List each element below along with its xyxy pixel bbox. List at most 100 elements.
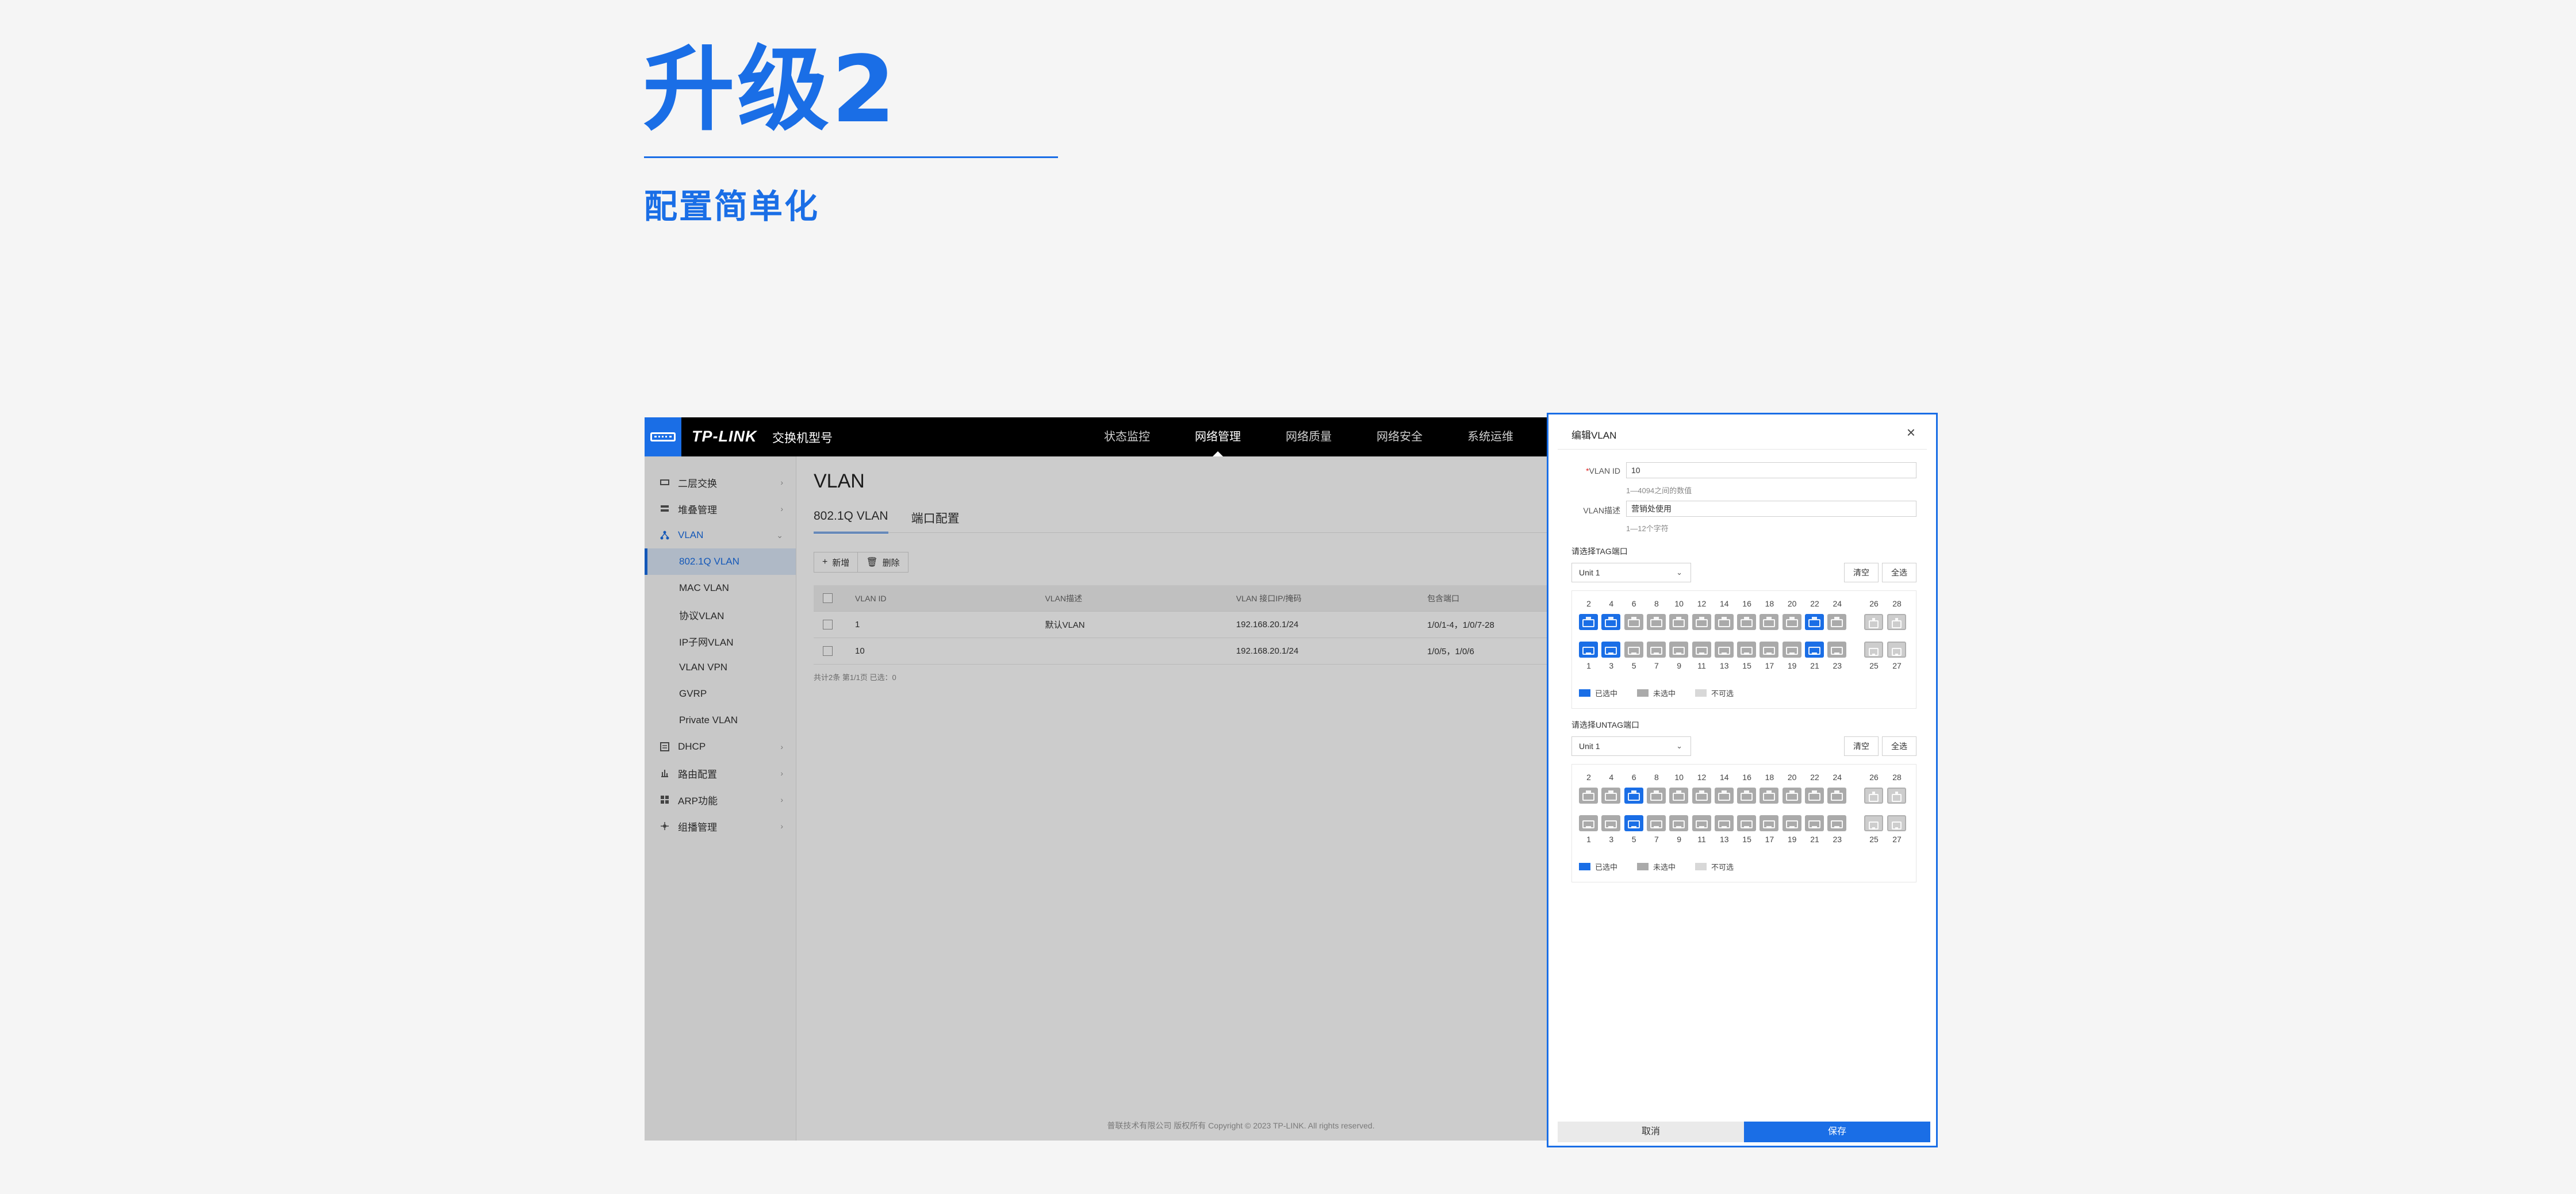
- port-5[interactable]: [1624, 815, 1643, 831]
- port-16[interactable]: [1737, 788, 1757, 804]
- port-9[interactable]: [1669, 642, 1689, 658]
- tag-clear-button[interactable]: 清空: [1844, 563, 1879, 582]
- port-13[interactable]: [1714, 815, 1734, 831]
- port-23[interactable]: [1827, 642, 1847, 658]
- untag-clear-button[interactable]: 清空: [1844, 736, 1879, 756]
- port-number-label: 23: [1833, 661, 1842, 670]
- port-9[interactable]: [1669, 815, 1689, 831]
- save-button[interactable]: 保存: [1744, 1122, 1930, 1142]
- port-20[interactable]: [1782, 614, 1801, 630]
- port-number-label: 23: [1833, 835, 1842, 844]
- port-number-label: 20: [1787, 599, 1797, 608]
- sfp-port-27: [1887, 815, 1906, 831]
- port-18[interactable]: [1759, 788, 1779, 804]
- port-21[interactable]: [1805, 642, 1824, 658]
- port-23[interactable]: [1827, 815, 1847, 831]
- port-number-label: 25: [1869, 835, 1879, 844]
- port-13[interactable]: [1714, 642, 1734, 658]
- port-17[interactable]: [1759, 815, 1779, 831]
- port-number-label: 8: [1654, 773, 1659, 782]
- sfp-port-27: [1887, 642, 1906, 658]
- port-number-label: 27: [1892, 661, 1902, 670]
- nav-status[interactable]: 状态监控: [1082, 417, 1172, 456]
- hero-title: 升级2: [643, 36, 898, 143]
- port-21[interactable]: [1805, 815, 1824, 831]
- legend-disabled: 不可选: [1695, 861, 1734, 872]
- port-number-label: 19: [1787, 661, 1797, 670]
- port-3[interactable]: [1601, 815, 1621, 831]
- port-22[interactable]: [1805, 614, 1824, 630]
- port-4[interactable]: [1601, 788, 1621, 804]
- port-11[interactable]: [1692, 642, 1711, 658]
- port-10[interactable]: [1669, 788, 1689, 804]
- port-15[interactable]: [1737, 642, 1757, 658]
- port-6[interactable]: [1624, 788, 1643, 804]
- port-4[interactable]: [1601, 614, 1621, 630]
- port-10[interactable]: [1669, 614, 1689, 630]
- port-12[interactable]: [1692, 614, 1711, 630]
- port-3[interactable]: [1601, 642, 1621, 658]
- port-24[interactable]: [1827, 614, 1847, 630]
- untag-select-all-button[interactable]: 全选: [1882, 736, 1916, 756]
- port-20[interactable]: [1782, 788, 1801, 804]
- port-18[interactable]: [1759, 614, 1779, 630]
- tag-select-all-button[interactable]: 全选: [1882, 563, 1916, 582]
- app-window: TP-LINK 交换机型号 状态监控 网络管理 网络质量 网络安全 系统运维 二…: [645, 417, 1547, 1141]
- switch-logo-icon: [645, 417, 681, 456]
- port-14[interactable]: [1714, 788, 1734, 804]
- port-number-label: 21: [1810, 835, 1819, 844]
- port-8[interactable]: [1646, 614, 1666, 630]
- port-number-label: 24: [1833, 773, 1842, 782]
- port-number-label: 24: [1833, 599, 1842, 608]
- port-17[interactable]: [1759, 642, 1779, 658]
- nav-network[interactable]: 网络管理: [1172, 417, 1263, 456]
- port-number-label: 12: [1697, 599, 1707, 608]
- port-1[interactable]: [1579, 642, 1598, 658]
- close-icon[interactable]: ×: [1907, 424, 1915, 441]
- vlan-desc-label: VLAN描述: [1583, 506, 1620, 515]
- port-8[interactable]: [1646, 788, 1666, 804]
- port-number-label: 4: [1609, 773, 1614, 782]
- vlan-desc-hint: 1—12个字符: [1626, 524, 1669, 533]
- port-number-label: 5: [1631, 835, 1636, 844]
- port-22[interactable]: [1805, 788, 1824, 804]
- nav-quality[interactable]: 网络质量: [1263, 417, 1354, 456]
- port-15[interactable]: [1737, 815, 1757, 831]
- port-number-label: 22: [1810, 599, 1819, 608]
- port-number-label: 20: [1787, 773, 1797, 782]
- port-14[interactable]: [1714, 614, 1734, 630]
- sfp-port-26: [1864, 788, 1883, 804]
- port-7[interactable]: [1646, 815, 1666, 831]
- port-7[interactable]: [1646, 642, 1666, 658]
- device-model: 交换机型号: [772, 432, 833, 445]
- port-6[interactable]: [1624, 614, 1643, 630]
- cancel-button[interactable]: 取消: [1558, 1122, 1744, 1142]
- nav-maintenance[interactable]: 系统运维: [1445, 417, 1536, 456]
- port-2[interactable]: [1579, 788, 1598, 804]
- vlan-id-input[interactable]: 10: [1626, 462, 1916, 478]
- port-11[interactable]: [1692, 815, 1711, 831]
- port-2[interactable]: [1579, 614, 1598, 630]
- legend-swatch: [1695, 689, 1707, 697]
- vlan-desc-input[interactable]: 营销处使用: [1626, 501, 1916, 517]
- port-number-label: 28: [1892, 599, 1902, 608]
- tag-unit-select[interactable]: Unit 1 ⌄: [1571, 563, 1691, 582]
- port-5[interactable]: [1624, 642, 1643, 658]
- port-number-label: 8: [1654, 599, 1659, 608]
- modal-overlay[interactable]: [645, 456, 1547, 1141]
- nav-security[interactable]: 网络安全: [1354, 417, 1445, 456]
- legend-selected: 已选中: [1579, 688, 1617, 698]
- legend-label: 未选中: [1653, 863, 1676, 871]
- port-number-label: 15: [1742, 661, 1751, 670]
- port-number-label: 16: [1742, 599, 1751, 608]
- port-number-label: 18: [1765, 773, 1774, 782]
- sfp-port-28: [1887, 788, 1906, 804]
- port-24[interactable]: [1827, 788, 1847, 804]
- port-number-label: 7: [1654, 835, 1659, 844]
- port-19[interactable]: [1782, 642, 1801, 658]
- untag-unit-select[interactable]: Unit 1 ⌄: [1571, 736, 1691, 756]
- port-12[interactable]: [1692, 788, 1711, 804]
- port-19[interactable]: [1782, 815, 1801, 831]
- port-1[interactable]: [1579, 815, 1598, 831]
- port-16[interactable]: [1737, 614, 1757, 630]
